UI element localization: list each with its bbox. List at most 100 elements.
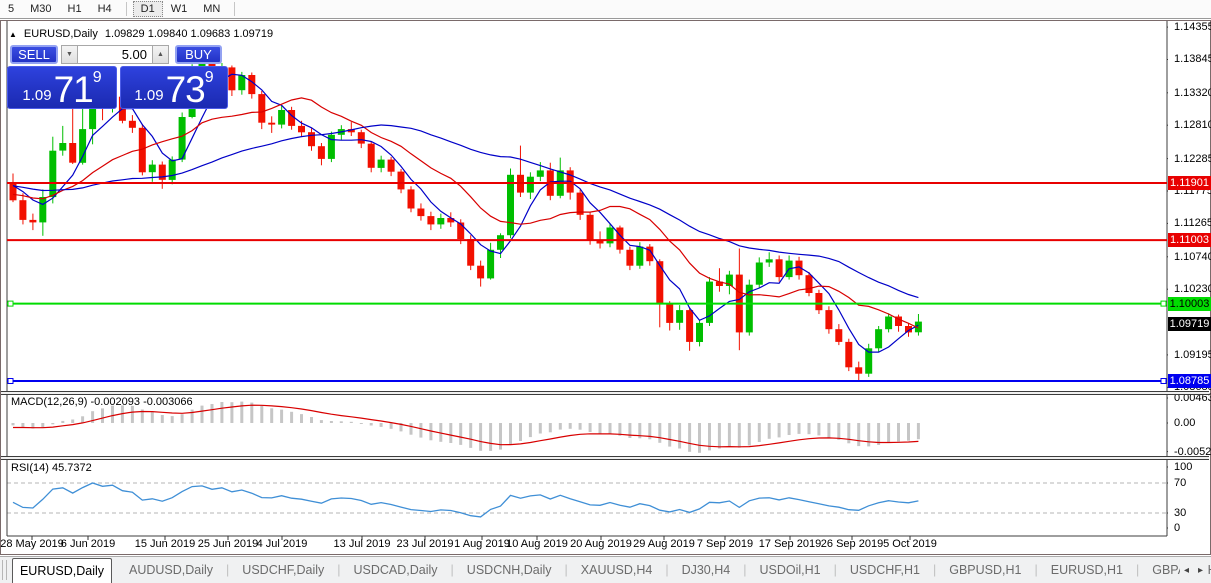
tab-scroll-left-icon[interactable]: ◂ <box>1184 565 1189 576</box>
candle-body <box>149 165 156 173</box>
rsi-axis-tick: 100 <box>1174 461 1192 473</box>
candle-body <box>19 200 26 220</box>
date-axis-label: 29 Aug 2019 <box>633 538 695 550</box>
macd-histogram-bar <box>310 417 313 423</box>
price-axis-tick: 1.13845 <box>1174 53 1211 65</box>
candle-body <box>388 160 395 172</box>
level-price-label: 1.11901 <box>1168 176 1211 190</box>
macd-histogram-bar <box>847 423 850 443</box>
candle <box>825 306 832 333</box>
candle-body <box>129 121 136 128</box>
rsi-axis-tick: 70 <box>1174 477 1186 489</box>
candle-body <box>527 177 534 193</box>
buy-price-box[interactable]: 1.09 73 9 <box>120 66 228 109</box>
macd-histogram-bar <box>599 423 602 434</box>
chart-ohlc-quotes: 1.09829 1.09840 1.09683 1.09719 <box>105 28 273 40</box>
bid-price-pipette: 9 <box>93 71 102 85</box>
candle-body <box>258 94 265 123</box>
candle <box>666 301 673 330</box>
volume-increase-button[interactable]: ▲ <box>152 45 169 64</box>
volume-decrease-button[interactable]: ▼ <box>61 45 78 64</box>
macd-histogram-bar <box>270 408 273 423</box>
macd-histogram-bar <box>788 423 791 435</box>
macd-histogram-bar <box>559 423 562 430</box>
macd-histogram-bar <box>817 423 820 435</box>
macd-histogram-bar <box>21 423 24 427</box>
line-handle[interactable] <box>8 301 13 306</box>
macd-histogram-bar <box>658 423 661 443</box>
candle <box>358 130 365 148</box>
macd-histogram-bar <box>728 423 731 446</box>
macd-pane[interactable] <box>12 402 920 453</box>
candle <box>815 290 822 314</box>
sell-button[interactable]: SELL <box>10 45 58 64</box>
candle <box>726 271 733 295</box>
macd-histogram-bar <box>191 410 194 423</box>
candle <box>149 160 156 182</box>
candle <box>776 256 783 282</box>
ask-price-prefix: 1.09 <box>134 87 163 104</box>
macd-histogram-bar <box>688 423 691 452</box>
line-handle[interactable] <box>1161 301 1166 306</box>
candle <box>855 362 862 381</box>
candle-body <box>487 250 494 279</box>
candle-body <box>169 160 176 180</box>
candle <box>398 169 405 193</box>
tab-eurusd-daily-active[interactable]: EURUSD,Daily <box>12 558 112 583</box>
buy-button[interactable]: BUY <box>175 45 222 64</box>
macd-histogram-bar <box>240 402 243 423</box>
candle-body <box>835 329 842 342</box>
candle <box>746 280 753 336</box>
candle <box>59 126 66 156</box>
price-axis-tick: 1.12810 <box>1174 119 1211 131</box>
macd-indicator-label: MACD(12,26,9) -0.002093 -0.003066 <box>11 396 193 408</box>
price-axis-tick: 1.14355 <box>1174 21 1211 33</box>
macd-histogram-bar <box>748 423 751 446</box>
candle-body <box>875 329 882 348</box>
candle <box>408 186 415 212</box>
macd-histogram-bar <box>678 423 681 449</box>
candle-body <box>358 132 365 143</box>
candle <box>507 169 514 239</box>
date-axis[interactable]: 28 May 20196 Jun 201915 Jun 201925 Jun 2… <box>8 537 1167 552</box>
macd-histogram-bar <box>290 412 293 423</box>
macd-histogram-bar <box>509 423 512 444</box>
pane-divider[interactable] <box>1 391 1209 395</box>
date-axis-label: 17 Sep 2019 <box>759 538 821 550</box>
sell-price-box[interactable]: 1.09 71 9 <box>7 66 117 109</box>
candle-body <box>477 266 484 279</box>
collapse-arrow-icon[interactable]: ▲ <box>9 30 17 39</box>
macd-histogram-bar <box>877 423 880 445</box>
date-axis-label: 5 Oct 2019 <box>883 538 937 550</box>
candle <box>865 344 872 377</box>
price-axis-tick: 1.12285 <box>1174 153 1211 165</box>
candle <box>557 158 564 199</box>
date-axis-label: 28 May 2019 <box>0 538 64 550</box>
candle-body <box>398 172 405 190</box>
macd-histogram-bar <box>827 423 830 438</box>
macd-signal-line <box>13 405 918 447</box>
candle <box>487 243 494 280</box>
macd-histogram-bar <box>798 423 801 434</box>
date-axis-label: 26 Sep 2019 <box>821 538 883 550</box>
candle-body <box>845 342 852 367</box>
candle <box>517 146 524 197</box>
candle <box>696 320 703 347</box>
candle-body <box>776 259 783 277</box>
macd-histogram-bar <box>917 423 920 439</box>
macd-histogram-bar <box>71 420 74 424</box>
pane-divider[interactable] <box>1 456 1209 460</box>
candle <box>10 174 17 203</box>
candle-body <box>248 75 255 94</box>
tab-scroll-right-icon[interactable]: ▸ <box>1198 565 1203 576</box>
price-axis[interactable]: 1.143551.138451.133201.128101.122851.117… <box>1168 21 1210 553</box>
macd-histogram-bar <box>230 402 233 423</box>
line-handle[interactable] <box>1161 379 1166 384</box>
macd-histogram-bar <box>111 406 114 423</box>
price-axis-tick: 1.09195 <box>1174 349 1211 361</box>
volume-input[interactable] <box>78 45 152 64</box>
candle-body <box>268 123 275 125</box>
line-handle[interactable] <box>8 379 13 384</box>
candle <box>268 116 275 133</box>
rsi-pane[interactable] <box>7 483 1167 517</box>
